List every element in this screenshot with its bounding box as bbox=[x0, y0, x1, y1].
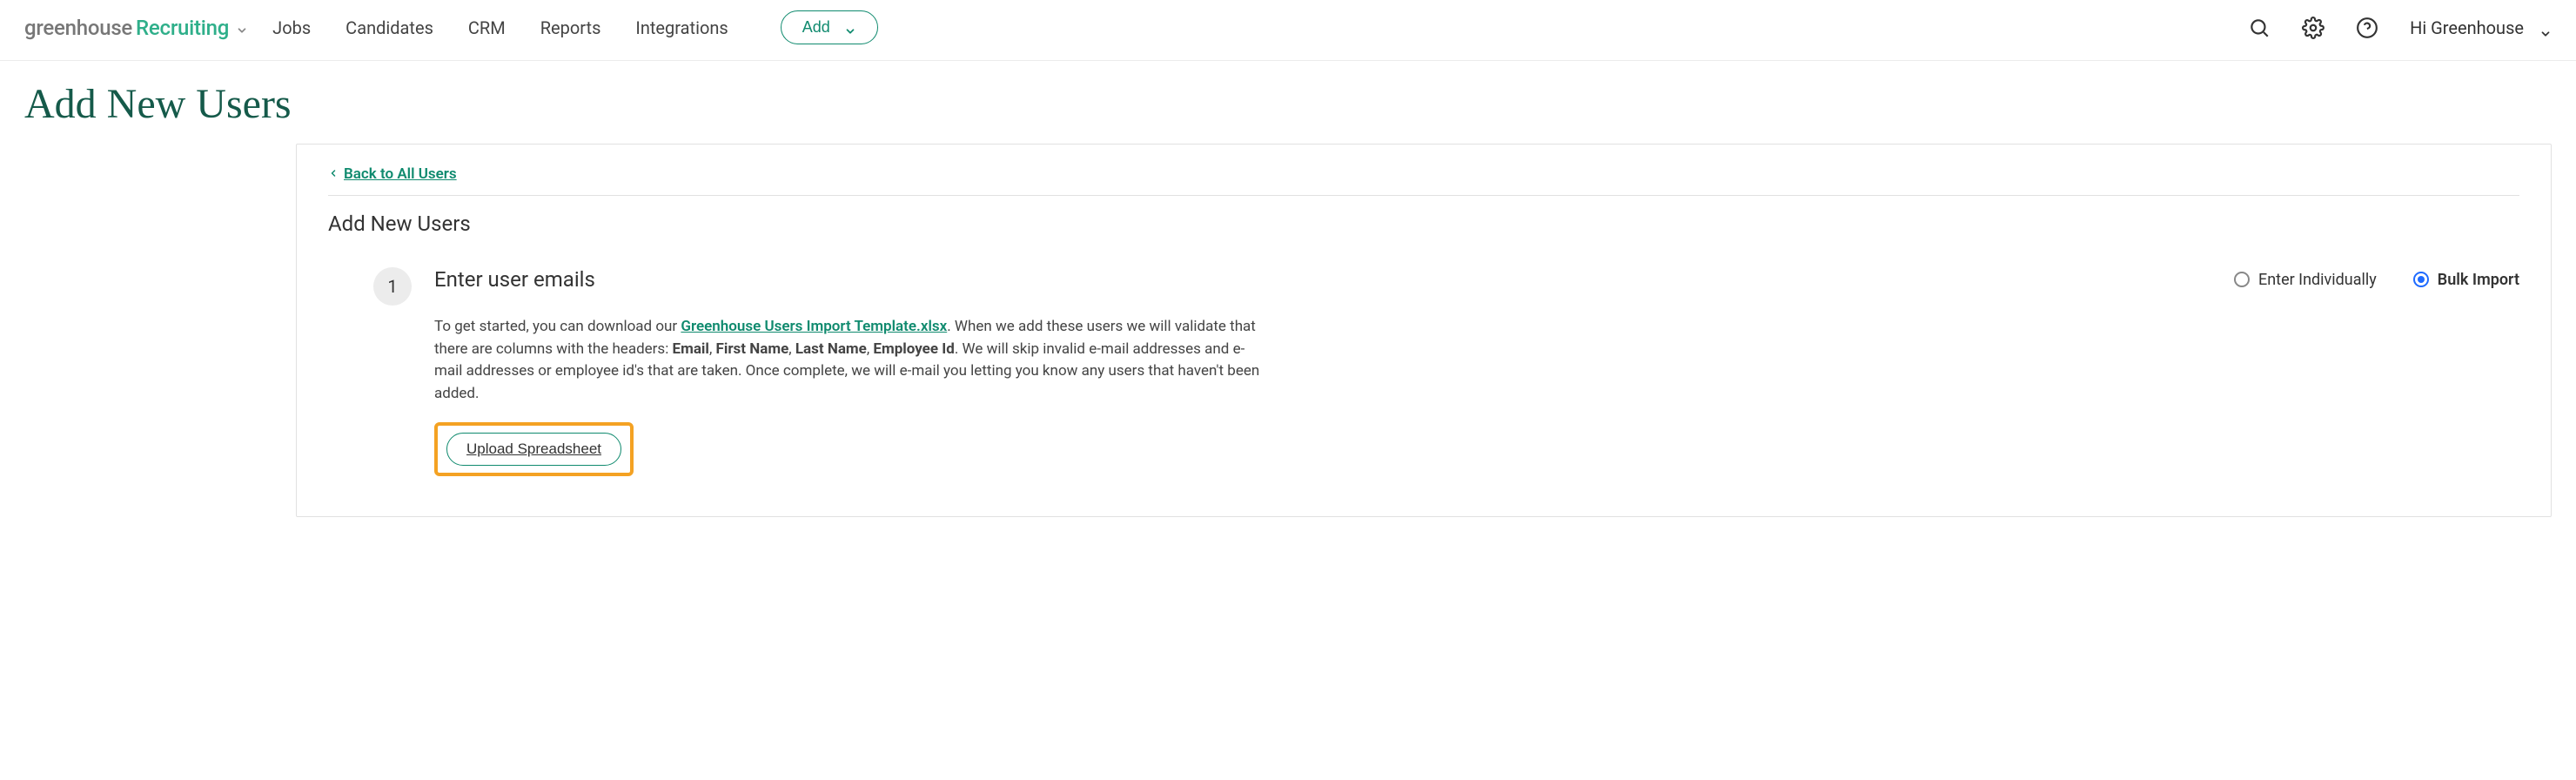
help-icon[interactable] bbox=[2356, 17, 2378, 39]
header-last-name: Last Name bbox=[795, 340, 867, 358]
brand-word-2: Recruiting bbox=[136, 16, 229, 40]
radio-bulk-import[interactable]: Bulk Import bbox=[2413, 271, 2519, 289]
header-first-name: First Name bbox=[716, 340, 789, 358]
back-link-label: Back to All Users bbox=[344, 165, 457, 183]
brand-switcher[interactable]: greenhouse Recruiting bbox=[24, 16, 248, 40]
panel-subtitle: Add New Users bbox=[328, 212, 2519, 236]
nav-integrations[interactable]: Integrations bbox=[635, 17, 728, 38]
page-title: Add New Users bbox=[24, 80, 2576, 128]
radio-enter-individually[interactable]: Enter Individually bbox=[2234, 271, 2377, 289]
upload-highlight: Upload Spreadsheet bbox=[434, 422, 634, 476]
chevron-down-icon bbox=[2539, 24, 2552, 36]
chevron-down-icon bbox=[236, 17, 248, 30]
nav-candidates[interactable]: Candidates bbox=[345, 17, 433, 38]
radio-icon bbox=[2413, 272, 2429, 287]
entry-mode-radio-group: Enter Individually Bulk Import bbox=[2234, 271, 2519, 289]
top-nav: greenhouse Recruiting Jobs Candidates CR… bbox=[0, 0, 2576, 61]
header-employee-id: Employee Id bbox=[873, 340, 954, 358]
brand-word-1: greenhouse bbox=[24, 16, 132, 40]
main-panel: Back to All Users Add New Users 1 Enter … bbox=[296, 144, 2552, 517]
divider bbox=[328, 195, 2519, 196]
user-greeting-text: Hi Greenhouse bbox=[2410, 17, 2524, 38]
header-email: Email bbox=[673, 340, 709, 358]
upload-spreadsheet-button[interactable]: Upload Spreadsheet bbox=[446, 433, 621, 466]
nav-jobs[interactable]: Jobs bbox=[272, 17, 311, 38]
gear-icon[interactable] bbox=[2302, 17, 2324, 39]
search-icon[interactable] bbox=[2248, 17, 2271, 39]
back-to-users-link[interactable]: Back to All Users bbox=[328, 165, 457, 183]
radio-label: Bulk Import bbox=[2438, 271, 2519, 289]
radio-icon bbox=[2234, 272, 2250, 287]
chevron-left-icon bbox=[328, 165, 339, 183]
add-button-label: Add bbox=[802, 18, 830, 37]
step-description: To get started, you can download our Gre… bbox=[434, 316, 1261, 405]
import-template-link[interactable]: Greenhouse Users Import Template.xlsx bbox=[681, 318, 947, 335]
nav-crm[interactable]: CRM bbox=[468, 17, 506, 38]
header-actions: Hi Greenhouse bbox=[2248, 17, 2552, 39]
primary-nav: Jobs Candidates CRM Reports Integrations bbox=[272, 17, 728, 38]
nav-reports[interactable]: Reports bbox=[540, 17, 601, 38]
step-number-badge: 1 bbox=[373, 267, 412, 306]
step-1: 1 Enter user emails Enter Individually B… bbox=[328, 267, 2519, 476]
add-button[interactable]: Add bbox=[781, 10, 878, 44]
user-menu[interactable]: Hi Greenhouse bbox=[2410, 17, 2552, 38]
chevron-down-icon bbox=[844, 24, 856, 36]
radio-label: Enter Individually bbox=[2258, 271, 2377, 289]
step-title: Enter user emails bbox=[434, 267, 595, 292]
